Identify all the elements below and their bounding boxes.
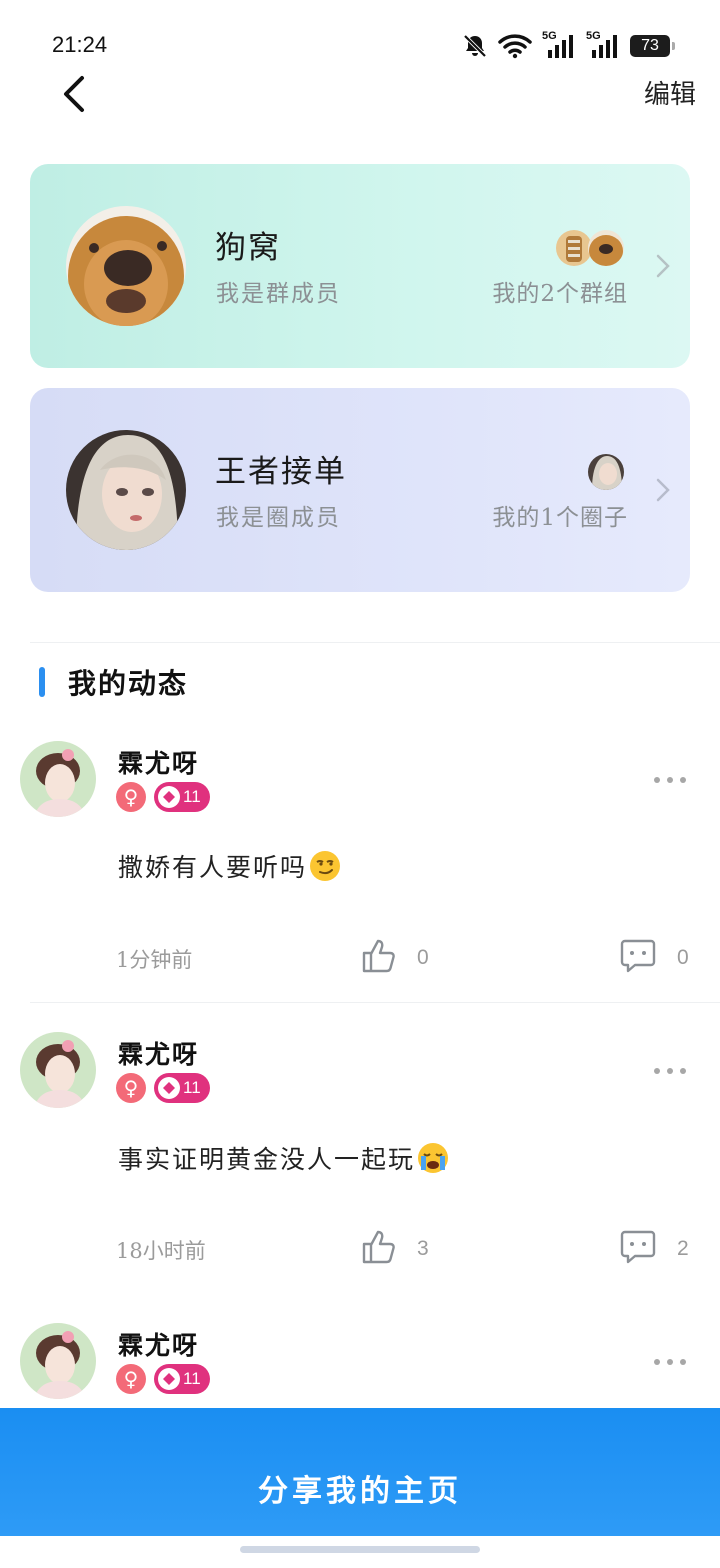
section-title: 我的动态: [68, 667, 189, 700]
gender-badge: ♀: [116, 1364, 146, 1394]
avatar[interactable]: [20, 1032, 96, 1108]
group-role: 我是群成员: [216, 281, 341, 307]
group-mini-avatars: [554, 228, 626, 268]
username[interactable]: 霖尤呀: [118, 1326, 199, 1362]
smirk-emoji-icon: [310, 851, 341, 881]
my-groups-link[interactable]: 我的2个群组: [492, 274, 628, 308]
edit-button[interactable]: 编辑: [644, 74, 696, 111]
signal-bars-icon: [592, 35, 617, 58]
battery-level: 73: [641, 37, 659, 54]
cellular-signal-2: 5G: [586, 30, 620, 60]
level-badge: 11: [154, 782, 210, 812]
gender-badge: ♀: [116, 1073, 146, 1103]
like-button[interactable]: [360, 1228, 398, 1266]
chevron-right-icon: [656, 254, 670, 278]
avatar[interactable]: [20, 1323, 96, 1399]
circle-card[interactable]: 王者接单 我是圈成员 我的1个圈子: [30, 388, 690, 592]
signal-bars-icon: [548, 35, 573, 58]
section-accent-bar: [39, 667, 45, 697]
group-avatar: [66, 206, 186, 326]
level-badge: 11: [154, 1073, 210, 1103]
post-content: 撒娇有人要听吗: [118, 848, 341, 884]
comment-button[interactable]: [619, 1228, 657, 1266]
circle-avatar: [66, 430, 186, 550]
comment-icon: [620, 1230, 656, 1264]
group-card[interactable]: 狗窝 我是群成员 我的2个群组: [30, 164, 690, 368]
username[interactable]: 霖尤呀: [118, 1035, 199, 1071]
comment-count: 0: [677, 946, 689, 969]
gender-badge: ♀: [116, 782, 146, 812]
comment-button[interactable]: [619, 937, 657, 975]
home-indicator[interactable]: [240, 1546, 480, 1553]
post-text: 撒娇有人要听吗: [118, 853, 308, 882]
chevron-right-icon: [656, 478, 670, 502]
divider: [30, 1002, 720, 1003]
share-homepage-label: 分享我的主页: [258, 1474, 462, 1509]
cellular-signal-1: 5G: [542, 30, 576, 60]
diamond-icon: [158, 786, 180, 808]
circle-role: 我是圈成员: [216, 505, 341, 531]
level-value: 11: [183, 1078, 201, 1097]
circle-title: 王者接单: [215, 454, 347, 490]
mute-bell-icon: [463, 34, 487, 58]
crying-emoji-icon: [418, 1143, 449, 1173]
like-count: 0: [417, 946, 429, 969]
status-time: 21:24: [52, 32, 108, 57]
my-circles-link[interactable]: 我的1个圈子: [492, 498, 628, 532]
level-value: 11: [183, 1369, 201, 1388]
divider: [30, 642, 720, 643]
thumbs-up-icon: [362, 1230, 395, 1264]
chevron-left-icon: [64, 76, 84, 112]
group-title: 狗窝: [215, 230, 281, 266]
post-content: 事实证明黄金没人一起玩: [118, 1140, 449, 1176]
mini-avatar: [586, 228, 626, 268]
avatar[interactable]: [20, 741, 96, 817]
post-text: 事实证明黄金没人一起玩: [118, 1145, 416, 1174]
comment-icon: [620, 939, 656, 973]
diamond-icon: [158, 1368, 180, 1390]
post-time: 1分钟前: [116, 948, 193, 972]
status-icons: 5G 5G 73: [462, 30, 675, 62]
comment-count: 2: [677, 1237, 689, 1260]
more-options-button[interactable]: [654, 1356, 686, 1368]
back-button[interactable]: [56, 70, 96, 118]
more-options-button[interactable]: [654, 1065, 686, 1077]
username[interactable]: 霖尤呀: [118, 744, 199, 780]
post-time: 18小时前: [116, 1239, 206, 1263]
wifi-icon: [498, 34, 532, 59]
more-options-button[interactable]: [654, 774, 686, 786]
level-value: 11: [183, 787, 201, 806]
diamond-icon: [158, 1077, 180, 1099]
mini-avatar: [586, 452, 626, 492]
battery-icon: 73: [630, 35, 675, 57]
level-badge: 11: [154, 1364, 210, 1394]
thumbs-up-icon: [362, 939, 395, 973]
like-button[interactable]: [360, 937, 398, 975]
circle-mini-avatars: [586, 452, 626, 492]
like-count: 3: [417, 1237, 429, 1260]
